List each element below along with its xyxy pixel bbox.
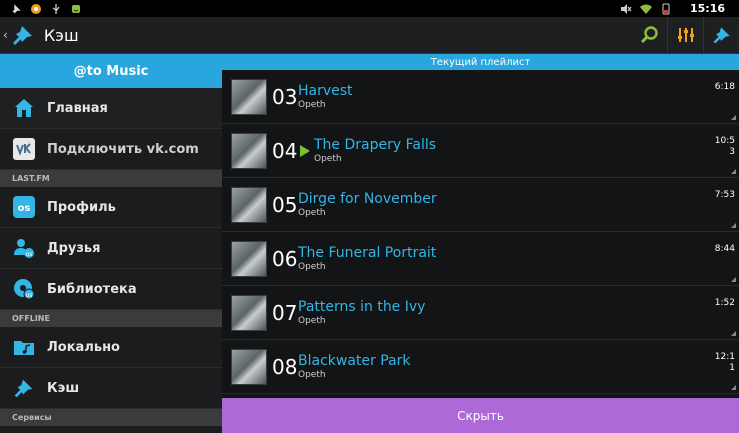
sidebar-item-label: Библиотека — [47, 281, 137, 297]
sidebar-item-profile[interactable]: os Профиль — [0, 187, 222, 228]
track-number: 06 — [272, 246, 298, 271]
friends-icon: os — [12, 236, 36, 260]
album-art — [231, 186, 267, 223]
section-header-services: Сервисы — [0, 409, 222, 426]
track-title: Dirge for November — [298, 191, 437, 207]
track-menu-corner-icon[interactable] — [731, 169, 736, 174]
track-row[interactable]: 03 Harvest Opeth 6:18 — [222, 70, 739, 124]
sidebar-header[interactable]: @to Music — [0, 54, 222, 88]
search-icon — [640, 26, 658, 44]
sidebar-item-label: Друзья — [47, 240, 101, 256]
track-menu-corner-icon[interactable] — [731, 331, 736, 336]
track-title: Patterns in the Ivy — [298, 299, 426, 315]
usb-icon — [52, 3, 60, 14]
track-menu-corner-icon[interactable] — [731, 223, 736, 228]
hide-button[interactable]: Скрыть — [222, 398, 739, 433]
back-caret-icon[interactable]: ‹ — [3, 28, 8, 42]
track-row[interactable]: 07 Patterns in the Ivy Opeth 1:52 — [222, 286, 739, 340]
equalizer-icon — [677, 28, 694, 42]
page-title: Кэш — [43, 25, 79, 45]
sidebar-item-label: Локально — [47, 339, 120, 355]
playlist-header: Текущий плейлист — [222, 54, 739, 70]
status-bar: 15:16 — [0, 0, 739, 17]
track-title: The Funeral Portrait — [298, 245, 437, 261]
playlist-panel: Текущий плейлист 03 Harvest Opeth 6:18 0… — [222, 54, 739, 433]
svg-text:os: os — [26, 292, 33, 299]
album-art — [231, 294, 267, 331]
track-number: 08 — [272, 354, 298, 379]
track-row[interactable]: 04 The Drapery Falls Opeth 10:53 — [222, 124, 739, 178]
home-icon — [12, 96, 36, 120]
sidebar-item-vk[interactable]: Подключить vk.com — [0, 129, 222, 170]
battery-icon — [662, 3, 670, 14]
track-artist: Opeth — [298, 370, 326, 380]
app-notification-icon — [31, 3, 41, 14]
track-artist: Opeth — [314, 154, 342, 164]
track-title: Blackwater Park — [298, 353, 411, 369]
sidebar-item-label: Кэш — [47, 380, 80, 396]
action-bar: ‹ Кэш — [0, 16, 739, 54]
svg-text:os: os — [18, 203, 31, 214]
track-number: 07 — [272, 300, 298, 325]
vk-icon — [12, 137, 36, 161]
section-header-lastfm: LAST.FM — [0, 170, 222, 187]
pin-icon — [712, 27, 730, 44]
pin-icon[interactable] — [10, 22, 36, 48]
pin-icon — [12, 376, 36, 400]
cache-button[interactable] — [703, 16, 739, 54]
sidebar-item-label: Подключить vk.com — [47, 141, 199, 157]
track-duration: 12:11 — [714, 352, 735, 373]
track-duration: 6:18 — [714, 82, 735, 92]
track-title: The Drapery Falls — [314, 137, 437, 153]
album-art — [231, 348, 267, 385]
track-title: Harvest — [298, 83, 353, 99]
track-row[interactable]: 06 The Funeral Portrait Opeth 8:44 — [222, 232, 739, 286]
track-artist: Opeth — [298, 100, 326, 110]
music-folder-icon — [12, 335, 36, 359]
sidebar-item-home[interactable]: Главная — [0, 88, 222, 129]
library-icon: os — [12, 277, 36, 301]
sidebar-item-library[interactable]: os Библиотека — [0, 269, 222, 310]
sidebar: @to Music Главная Подключить vk.com LAST… — [0, 54, 222, 433]
track-menu-corner-icon[interactable] — [731, 115, 736, 120]
track-number: 04 — [272, 138, 298, 163]
sidebar-item-label: Главная — [47, 100, 108, 116]
section-header-offline: OFFLINE — [0, 310, 222, 327]
pin-notification-icon — [12, 3, 21, 14]
album-art — [231, 78, 267, 115]
sidebar-item-local[interactable]: Локально — [0, 327, 222, 368]
track-menu-corner-icon[interactable] — [731, 385, 736, 390]
equalizer-button[interactable] — [667, 16, 703, 54]
track-row[interactable]: 05 Dirge for November Opeth 7:53 — [222, 178, 739, 232]
track-row[interactable]: 08 Blackwater Park Opeth 12:11 — [222, 340, 739, 394]
album-art — [231, 240, 267, 277]
track-number: 03 — [272, 84, 298, 109]
sidebar-item-cache[interactable]: Кэш — [0, 368, 222, 409]
track-duration: 8:44 — [714, 244, 735, 254]
track-menu-corner-icon[interactable] — [731, 277, 736, 282]
track-artist: Opeth — [298, 316, 326, 326]
mute-icon — [620, 3, 632, 14]
search-button[interactable] — [631, 17, 667, 54]
track-duration: 10:53 — [714, 136, 735, 157]
sidebar-item-label: Профиль — [47, 199, 116, 215]
clock: 15:16 — [689, 2, 725, 15]
track-duration: 7:53 — [714, 190, 735, 200]
android-icon — [72, 4, 80, 13]
now-playing-icon — [300, 144, 310, 157]
svg-text:os: os — [26, 251, 33, 258]
track-duration: 1:52 — [714, 298, 735, 308]
lastfm-icon: os — [12, 195, 36, 219]
album-art — [231, 132, 267, 169]
track-number: 05 — [272, 192, 298, 217]
track-artist: Opeth — [298, 262, 326, 272]
sidebar-item-friends[interactable]: os Друзья — [0, 228, 222, 269]
track-artist: Opeth — [298, 208, 326, 218]
wifi-icon — [639, 4, 652, 14]
